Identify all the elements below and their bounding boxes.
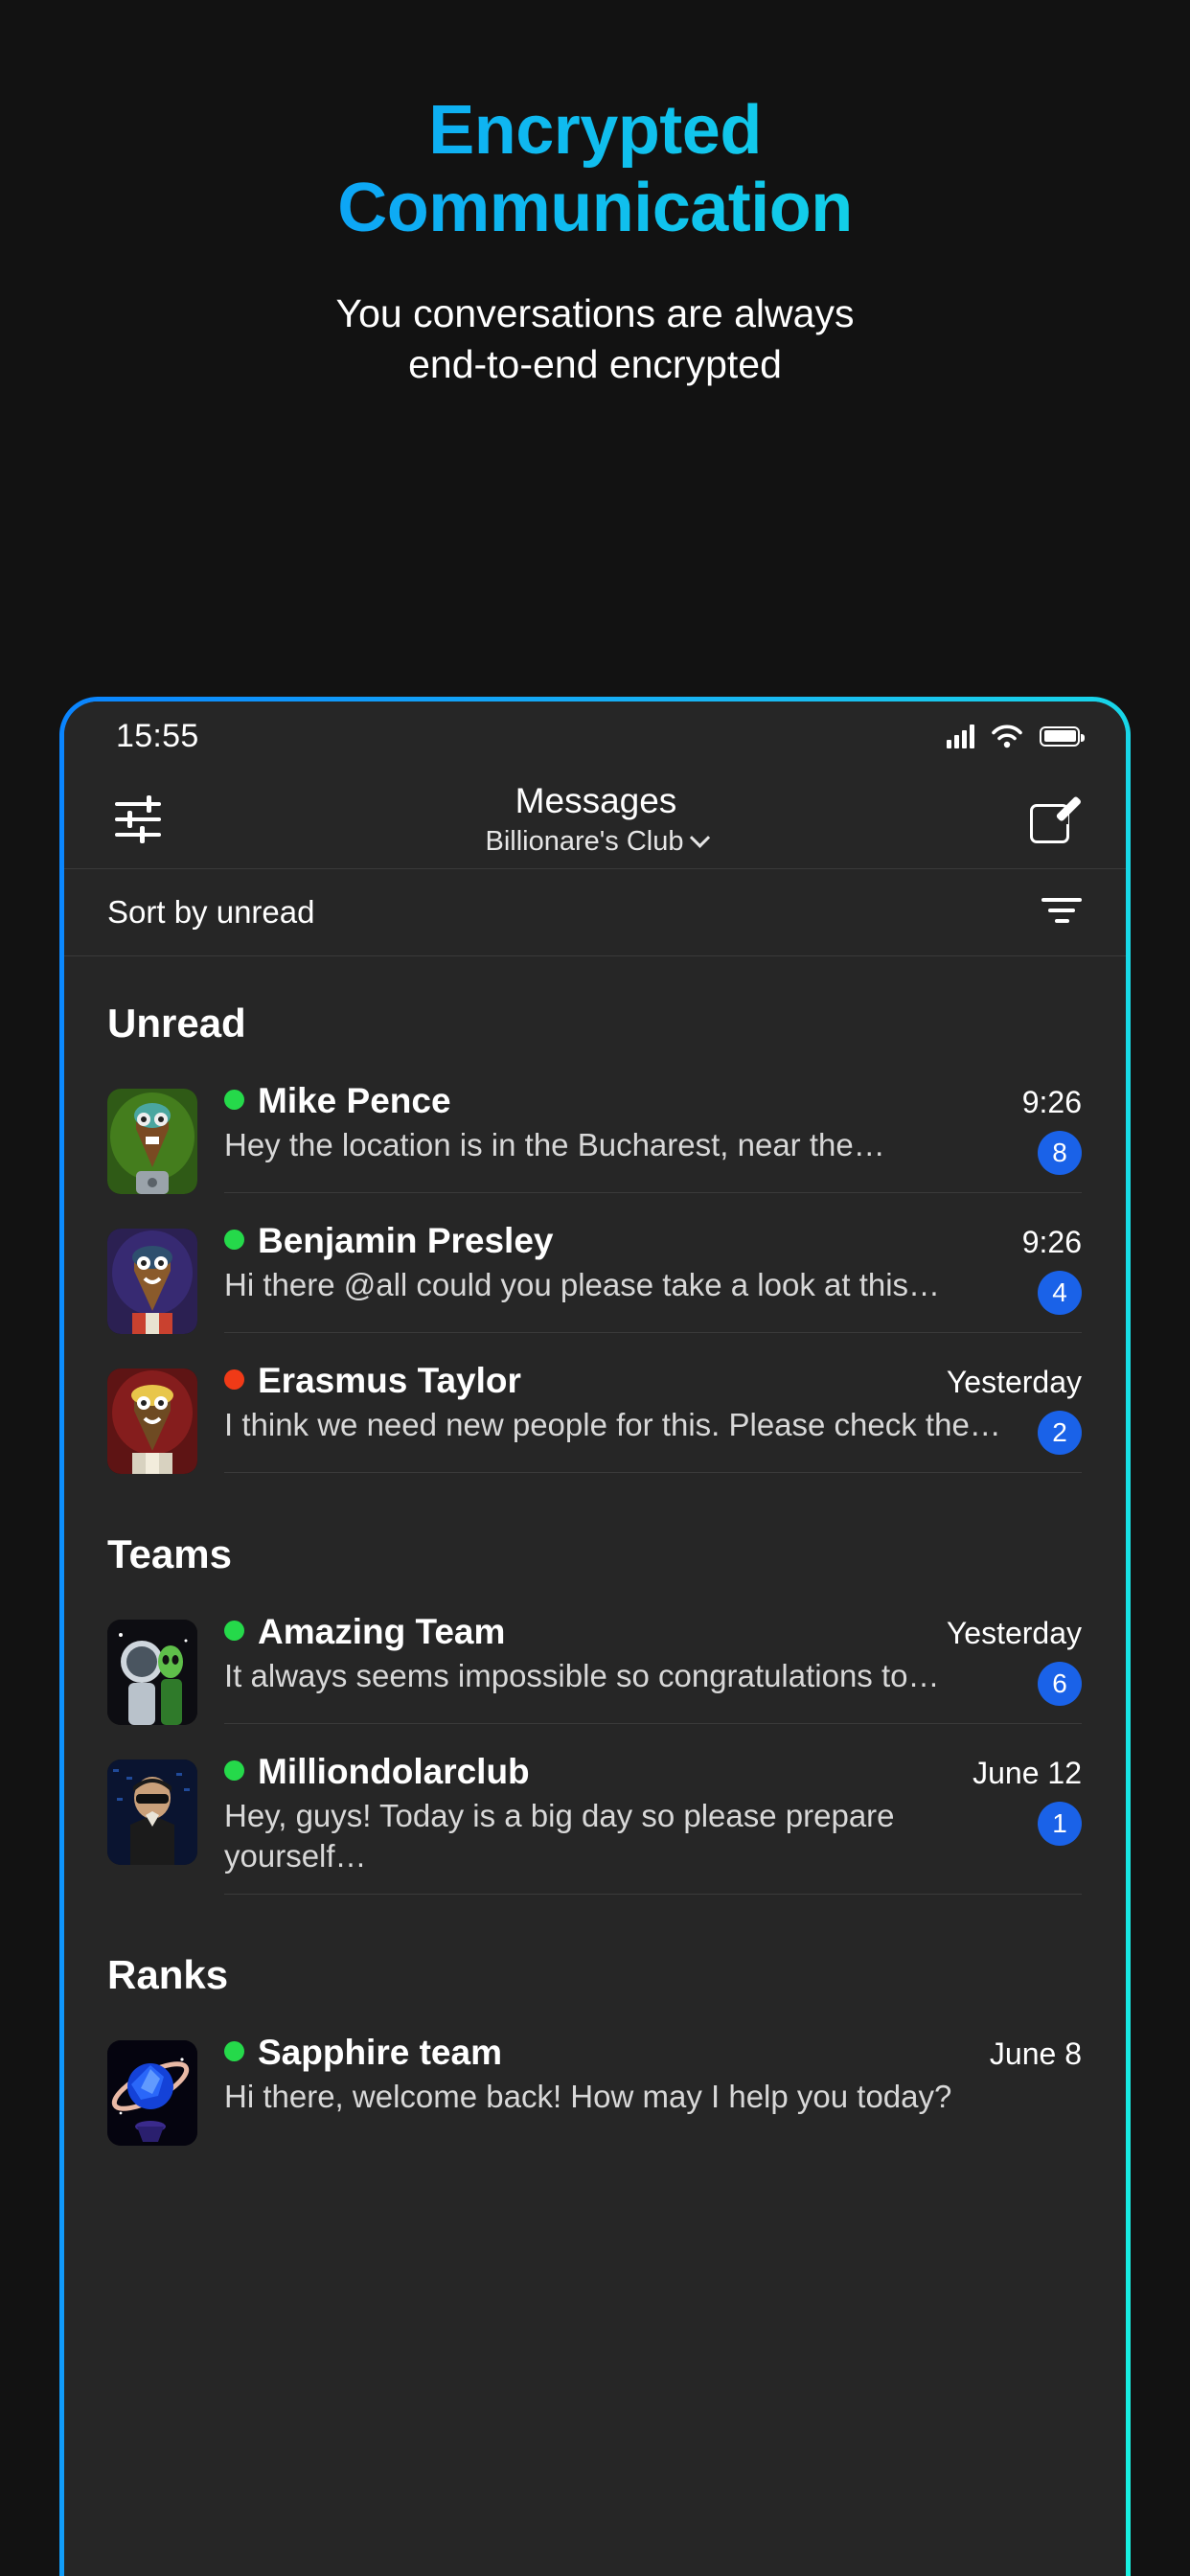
unread-badge: 6 xyxy=(1038,1662,1082,1706)
message-preview: Hi there @all could you please take a lo… xyxy=(224,1267,941,1302)
list-item[interactable]: Amazing Team Yesterday It always seems i… xyxy=(64,1598,1126,1738)
chevron-down-icon xyxy=(689,827,710,848)
filter-button[interactable] xyxy=(103,784,173,855)
list-item-bottom: Hey the location is in the Bucharest, ne… xyxy=(224,1125,1082,1175)
message-preview: It always seems impossible so congratula… xyxy=(224,1658,940,1693)
phone-screen: 15:55 Messages Billionare's Club Sort by… xyxy=(64,702,1126,2576)
alien-purple-avatar xyxy=(107,1229,197,1334)
compose-icon xyxy=(1030,795,1083,843)
app-bar-titles: Messages Billionare's Club xyxy=(173,781,1018,857)
avatar xyxy=(107,1760,197,1865)
page-subtitle-line1: You conversations are always xyxy=(335,291,855,336)
page-subtitle-line2: end-to-end encrypted xyxy=(408,341,782,386)
alien-red-avatar xyxy=(107,1368,197,1474)
app-bar-title: Messages xyxy=(515,781,677,821)
phone-mockup: 15:55 Messages Billionare's Club Sort by… xyxy=(59,697,1131,2576)
page-title: Encrypted Communication xyxy=(0,92,1190,246)
unread-badge: 2 xyxy=(1038,1411,1082,1455)
list-item-top: Benjamin Presley 9:26 xyxy=(224,1221,1082,1261)
list-item[interactable]: Mike Pence 9:26 Hey the location is in t… xyxy=(64,1068,1126,1208)
contact-name: Mike Pence xyxy=(258,1081,451,1120)
avatar xyxy=(107,1229,197,1334)
list-item-bottom: It always seems impossible so congratula… xyxy=(224,1656,1082,1706)
avatar xyxy=(107,1620,197,1725)
sort-bar[interactable]: Sort by unread xyxy=(64,868,1126,956)
timestamp: Yesterday xyxy=(946,1616,1082,1650)
list-item-body: Amazing Team Yesterday It always seems i… xyxy=(224,1612,1082,1724)
avatar xyxy=(107,2040,197,2147)
promo-page: Encrypted Communication You conversation… xyxy=(0,0,1190,2576)
list-item-top: Mike Pence 9:26 xyxy=(224,1081,1082,1121)
status-dot xyxy=(224,2041,244,2062)
list-item-bottom: Hey, guys! Today is a big day so please … xyxy=(224,1796,1082,1876)
filter-sliders-icon xyxy=(115,795,161,843)
timestamp: Yesterday xyxy=(946,1365,1082,1399)
avatar xyxy=(107,1089,197,1194)
sort-descending-icon[interactable] xyxy=(1041,898,1082,927)
signal-icon xyxy=(947,724,974,748)
list-item-top: Milliondolarclub June 12 xyxy=(224,1752,1082,1792)
status-bar: 15:55 xyxy=(64,702,1126,770)
astronaut-team-avatar xyxy=(107,1620,197,1725)
message-preview: I think we need new people for this. Ple… xyxy=(224,1407,1001,1442)
app-bar: Messages Billionare's Club xyxy=(64,770,1126,868)
workspace-name: Billionare's Club xyxy=(485,825,684,857)
wifi-icon xyxy=(992,724,1022,748)
status-dot xyxy=(224,1621,244,1641)
list-item[interactable]: Sapphire team June 8 Hi there, welcome b… xyxy=(64,2019,1126,2159)
page-title-line1: Encrypted xyxy=(428,92,762,169)
alien-green-avatar xyxy=(107,1089,197,1194)
section-header-teams: Teams xyxy=(107,1531,232,1576)
list-item-bottom: Hi there @all could you please take a lo… xyxy=(224,1265,1082,1315)
list-item-body: Erasmus Taylor Yesterday I think we need… xyxy=(224,1361,1082,1473)
list-item[interactable]: Erasmus Taylor Yesterday I think we need… xyxy=(64,1347,1126,1487)
list-item-body: Benjamin Presley 9:26 Hi there @all coul… xyxy=(224,1221,1082,1333)
avatar xyxy=(107,1368,197,1474)
list-item-body: Milliondolarclub June 12 Hey, guys! Toda… xyxy=(224,1752,1082,1896)
status-dot xyxy=(224,1369,244,1390)
contact-name: Benjamin Presley xyxy=(258,1221,554,1260)
list-item[interactable]: Benjamin Presley 9:26 Hi there @all coul… xyxy=(64,1208,1126,1347)
list-item-bottom: Hi there, welcome back! How may I help y… xyxy=(224,2077,1082,2117)
list-item-bottom: I think we need new people for this. Ple… xyxy=(224,1405,1082,1455)
promo-header: Encrypted Communication You conversation… xyxy=(0,0,1190,389)
status-dot xyxy=(224,1230,244,1250)
section-header-unread: Unread xyxy=(107,1000,246,1046)
message-preview: Hi there, welcome back! How may I help y… xyxy=(224,2079,952,2115)
battery-icon xyxy=(1040,725,1085,747)
timestamp: June 12 xyxy=(973,1756,1082,1790)
page-subtitle: You conversations are always end-to-end … xyxy=(0,288,1190,389)
list-item[interactable]: Milliondolarclub June 12 Hey, guys! Toda… xyxy=(64,1738,1126,1908)
status-bar-icons xyxy=(947,724,1085,748)
status-dot xyxy=(224,1760,244,1781)
timestamp: June 8 xyxy=(989,2036,1082,2072)
contact-name: Amazing Team xyxy=(258,1612,506,1651)
section-header-ranks: Ranks xyxy=(107,1952,229,1998)
status-dot xyxy=(224,1090,244,1110)
compose-button[interactable] xyxy=(1018,784,1089,855)
list-item-top: Amazing Team Yesterday xyxy=(224,1612,1082,1652)
workspace-selector[interactable]: Billionare's Club xyxy=(485,825,710,858)
contact-name: Milliondolarclub xyxy=(258,1752,530,1791)
unread-badge: 8 xyxy=(1038,1131,1082,1175)
list-item-body: Sapphire team June 8 Hi there, welcome b… xyxy=(224,2033,1082,2134)
timestamp: 9:26 xyxy=(1021,1085,1082,1119)
unread-badge: 1 xyxy=(1038,1802,1082,1846)
hacker-avatar xyxy=(107,1760,197,1865)
list-item-body: Mike Pence 9:26 Hey the location is in t… xyxy=(224,1081,1082,1193)
status-bar-clock: 15:55 xyxy=(116,717,199,754)
message-preview: Hey the location is in the Bucharest, ne… xyxy=(224,1127,885,1162)
list-item-top: Sapphire team June 8 xyxy=(224,2033,1082,2073)
sapphire-planet-avatar xyxy=(107,2040,197,2147)
conversation-list: Unread Mike Pence 9:26 Hey the location … xyxy=(64,956,1126,2159)
list-item-top: Erasmus Taylor Yesterday xyxy=(224,1361,1082,1401)
contact-name: Sapphire team xyxy=(258,2033,502,2073)
sort-label: Sort by unread xyxy=(107,894,315,930)
page-title-line2: Communication xyxy=(337,169,853,246)
message-preview: Hey, guys! Today is a big day so please … xyxy=(224,1798,895,1874)
timestamp: 9:26 xyxy=(1021,1225,1082,1259)
contact-name: Erasmus Taylor xyxy=(258,1361,521,1400)
unread-badge: 4 xyxy=(1038,1271,1082,1315)
